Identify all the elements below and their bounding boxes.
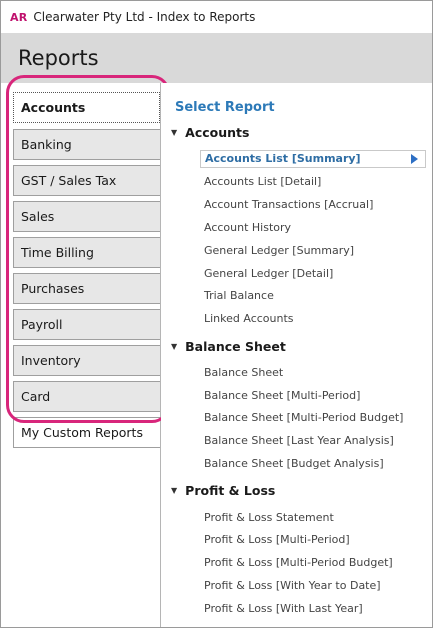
tab-label: Purchases: [21, 281, 85, 296]
tab-inventory[interactable]: Inventory: [13, 345, 160, 376]
tab-payroll[interactable]: Payroll: [13, 309, 160, 340]
tab-my-custom-reports[interactable]: My Custom Reports: [13, 417, 160, 448]
report-item[interactable]: Profit & Loss [Multi-Period]: [204, 533, 350, 546]
report-item[interactable]: Balance Sheet [Budget Analysis]: [204, 457, 384, 470]
tab-label: Banking: [21, 137, 72, 152]
group-name: Balance Sheet: [185, 339, 286, 354]
app-logo-icon: AR: [10, 10, 28, 24]
tab-label: Inventory: [21, 353, 81, 368]
report-item[interactable]: Account History: [204, 221, 291, 234]
tab-card[interactable]: Card: [13, 381, 160, 412]
tab-banking[interactable]: Banking: [13, 129, 160, 160]
report-item[interactable]: Profit & Loss [With Year to Date]: [204, 579, 381, 592]
collapse-triangle-icon: ▼: [171, 486, 178, 495]
tab-label: My Custom Reports: [21, 425, 143, 440]
group-header-balance-sheet[interactable]: ▼ Balance Sheet: [171, 339, 286, 354]
report-item[interactable]: Balance Sheet [Last Year Analysis]: [204, 434, 394, 447]
group-header-accounts[interactable]: ▼ Accounts: [171, 125, 249, 140]
group-name: Profit & Loss: [185, 483, 276, 498]
tab-accounts[interactable]: Accounts: [13, 92, 160, 123]
report-item-label: Accounts List [Summary]: [205, 152, 361, 165]
reports-window: AR Clearwater Pty Ltd - Index to Reports…: [0, 0, 433, 628]
report-item[interactable]: Trial Balance: [204, 289, 274, 302]
select-report-heading: Select Report: [175, 100, 275, 115]
report-list-pane: Select Report ▼ Accounts Accounts List […: [161, 83, 432, 627]
page-title: Reports: [18, 46, 99, 70]
report-item[interactable]: General Ledger [Detail]: [204, 267, 333, 280]
tab-label: Payroll: [21, 317, 63, 332]
report-item[interactable]: Linked Accounts: [204, 312, 294, 325]
report-item[interactable]: Balance Sheet: [204, 366, 283, 379]
report-item[interactable]: Account Transactions [Accrual]: [204, 198, 373, 211]
tab-label: Card: [21, 389, 51, 404]
tab-label: Accounts: [21, 100, 86, 115]
group-name: Accounts: [185, 125, 250, 140]
report-item[interactable]: General Ledger [Summary]: [204, 244, 354, 257]
tab-gst-sales-tax[interactable]: GST / Sales Tax: [13, 165, 160, 196]
group-header-profit-loss[interactable]: ▼ Profit & Loss: [171, 483, 275, 498]
tab-label: Time Billing: [21, 245, 94, 260]
report-item[interactable]: Profit & Loss [With Last Year]: [204, 602, 363, 615]
collapse-triangle-icon: ▼: [171, 342, 178, 351]
report-item[interactable]: Accounts List [Detail]: [204, 175, 321, 188]
window-title: Clearwater Pty Ltd - Index to Reports: [33, 10, 256, 24]
tab-label: GST / Sales Tax: [21, 173, 117, 188]
report-item-accounts-list-summary[interactable]: Accounts List [Summary]: [200, 150, 426, 168]
tab-sales[interactable]: Sales: [13, 201, 160, 232]
play-arrow-icon[interactable]: [411, 154, 418, 164]
tab-label: Sales: [21, 209, 55, 224]
header-band: Reports: [1, 33, 432, 83]
tab-time-billing[interactable]: Time Billing: [13, 237, 160, 268]
collapse-triangle-icon: ▼: [171, 128, 178, 137]
title-bar: AR Clearwater Pty Ltd - Index to Reports: [1, 1, 432, 33]
tab-purchases[interactable]: Purchases: [13, 273, 160, 304]
report-item[interactable]: Balance Sheet [Multi-Period]: [204, 389, 360, 402]
report-item[interactable]: Profit & Loss Statement: [204, 511, 334, 524]
report-item[interactable]: Profit & Loss [Multi-Period Budget]: [204, 556, 393, 569]
report-item[interactable]: Balance Sheet [Multi-Period Budget]: [204, 411, 403, 424]
